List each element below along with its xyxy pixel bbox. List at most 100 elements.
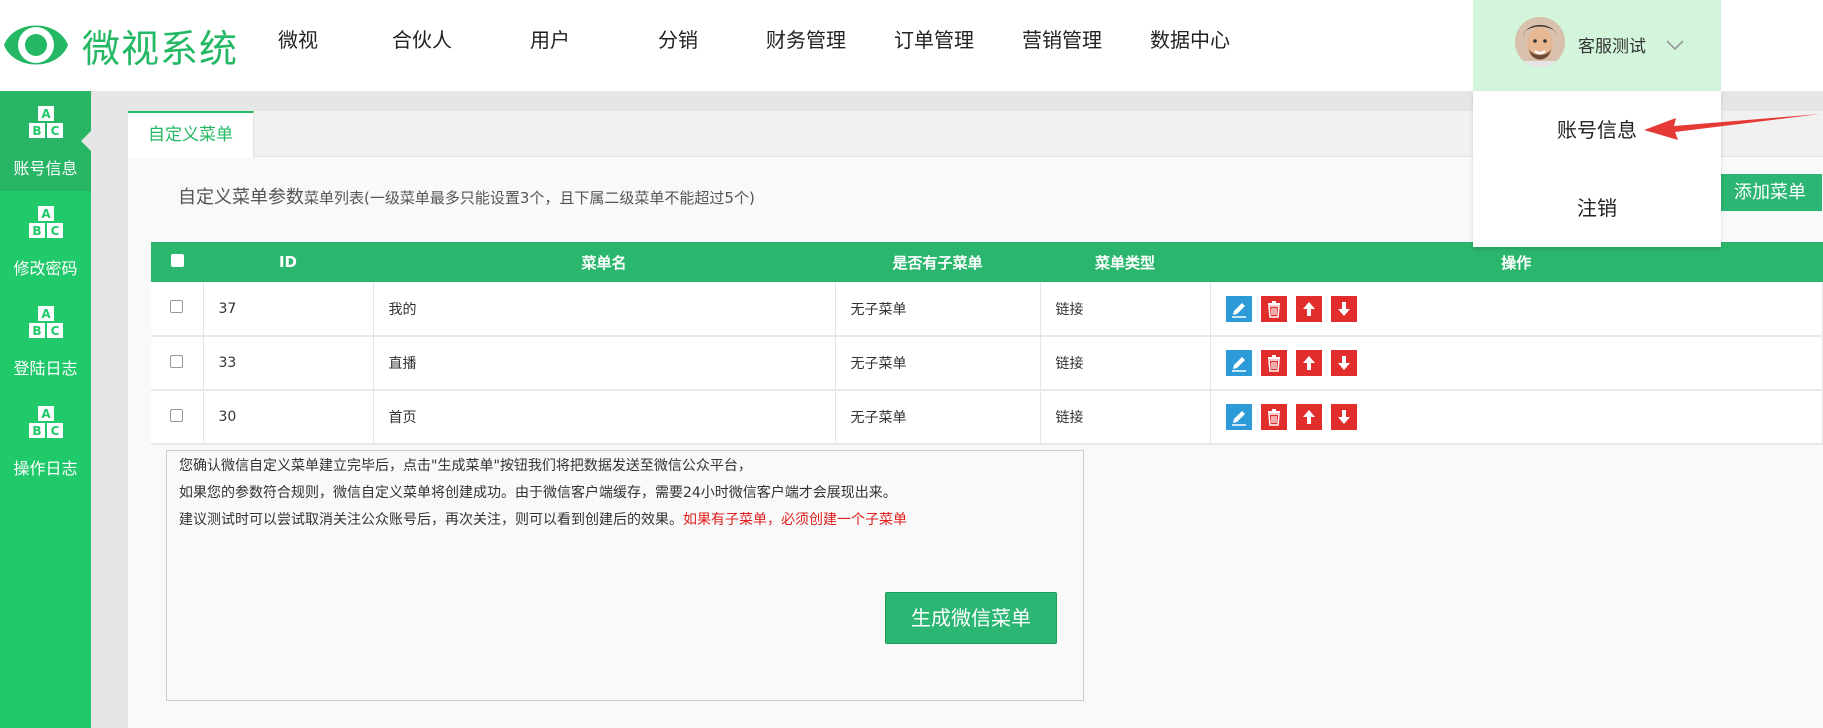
cell-type: 链接 <box>1040 390 1211 445</box>
trash-icon[interactable] <box>1260 350 1287 376</box>
select-all-checkbox[interactable] <box>170 254 184 267</box>
cell-has-sub: 无子菜单 <box>835 282 1041 337</box>
table-row: 33 直播 无子菜单 链接 <box>151 336 1823 391</box>
chevron-down-icon <box>1666 36 1684 55</box>
section-subtitle: 菜单列表(一级菜单最多只能设置3个，且下属二级菜单不能超过5个) <box>304 189 755 207</box>
sidebar-item-operation-log[interactable]: A B C 操作日志 <box>0 391 91 491</box>
user-menu-toggle[interactable]: 客服测试 <box>1473 0 1721 91</box>
arrow-down-icon[interactable] <box>1330 295 1357 322</box>
cell-name: 直播 <box>373 336 836 391</box>
arrow-up-icon[interactable] <box>1295 404 1322 430</box>
cell-name: 首页 <box>373 390 836 445</box>
notice-line: 如果您的参数符合规则，微信自定义菜单将创建成功。由于微信客户端缓存，需要24小时… <box>179 485 897 501</box>
select-all-cell <box>151 242 203 282</box>
arrow-up-icon[interactable] <box>1295 350 1322 376</box>
cell-id: 37 <box>203 282 374 337</box>
sidebar-item-login-log[interactable]: A B C 登陆日志 <box>0 291 91 391</box>
edit-icon[interactable] <box>1225 350 1252 376</box>
cell-type: 链接 <box>1040 336 1211 391</box>
svg-text:B: B <box>32 124 41 138</box>
svg-text:B: B <box>32 424 41 438</box>
column-header-has-sub[interactable]: 是否有子菜单 <box>835 242 1040 282</box>
logo-text: 微视系统 <box>82 26 239 71</box>
trash-icon[interactable] <box>1260 295 1287 322</box>
sidebar-item-label: 登陆日志 <box>13 359 78 378</box>
active-pointer <box>81 131 91 151</box>
main-nav: 微视 合伙人 用户 分销 财务管理 订单管理 营销管理 数据中心 <box>240 0 1254 80</box>
dropdown-item-logout[interactable]: 注销 <box>1473 169 1721 247</box>
cell-actions <box>1210 390 1823 445</box>
svg-text:C: C <box>50 424 59 438</box>
top-header: 微视系统 微视 合伙人 用户 分销 财务管理 订单管理 营销管理 数据中心 客服… <box>0 0 1823 91</box>
sidebar-item-change-password[interactable]: A B C 修改密码 <box>0 191 91 291</box>
abc-blocks-icon: A B C <box>0 191 91 257</box>
arrow-down-icon[interactable] <box>1330 404 1357 430</box>
edit-icon[interactable] <box>1225 295 1252 322</box>
svg-text:A: A <box>41 407 51 421</box>
svg-text:C: C <box>50 224 59 238</box>
red-arrow-annotation-icon <box>1644 114 1820 140</box>
section-title-text: 自定义菜单参数 <box>178 187 304 208</box>
sidebar-item-account-info[interactable]: A B C 账号信息 <box>0 91 91 191</box>
sidebar: A B C 账号信息 A B C 修改密码 A B C 登陆日志 A B C 操… <box>0 91 91 728</box>
row-select-cell <box>151 390 204 445</box>
column-header-type[interactable]: 菜单类型 <box>1040 242 1210 282</box>
cell-has-sub: 无子菜单 <box>835 390 1041 445</box>
nav-item-users[interactable]: 用户 <box>486 0 614 80</box>
row-checkbox[interactable] <box>170 408 184 422</box>
nav-item-marketing[interactable]: 营销管理 <box>998 0 1126 80</box>
cell-type: 链接 <box>1040 282 1211 337</box>
sidebar-item-label: 修改密码 <box>13 259 78 278</box>
abc-blocks-icon: A B C <box>0 291 91 357</box>
section-title: 自定义菜单参数菜单列表(一级菜单最多只能设置3个，且下属二级菜单不能超过5个) <box>178 183 755 209</box>
svg-text:A: A <box>41 307 51 321</box>
tab-custom-menu[interactable]: 自定义菜单 <box>128 111 254 158</box>
user-name: 客服测试 <box>1578 37 1646 57</box>
edit-icon[interactable] <box>1225 404 1252 430</box>
abc-blocks-icon: A B C <box>0 91 91 157</box>
row-checkbox[interactable] <box>170 300 184 313</box>
eye-logo-icon <box>0 13 72 77</box>
svg-text:A: A <box>41 207 51 221</box>
nav-item-data-center[interactable]: 数据中心 <box>1126 0 1254 80</box>
nav-item-finance[interactable]: 财务管理 <box>742 0 870 80</box>
logo[interactable]: 微视系统 <box>0 10 238 80</box>
row-checkbox[interactable] <box>170 354 184 368</box>
row-select-cell <box>151 282 204 337</box>
arrow-up-icon[interactable] <box>1295 295 1322 322</box>
instructions-panel: 您确认微信自定义菜单建立完毕后，点击"生成菜单"按钮我们将把数据发送至微信公众平… <box>166 450 1084 701</box>
cell-has-sub: 无子菜单 <box>835 336 1041 391</box>
column-header-id[interactable]: ID <box>203 242 373 282</box>
notice-line: 建议测试时可以尝试取消关注公众账号后，再次关注，则可以看到创建后的效果。如果有子… <box>179 507 1071 534</box>
svg-text:B: B <box>32 324 41 338</box>
column-header-name[interactable]: 菜单名 <box>373 242 835 282</box>
add-menu-button[interactable]: 添加菜单 <box>1718 174 1822 211</box>
sidebar-item-label: 账号信息 <box>13 159 78 178</box>
nav-item-weishi[interactable]: 微视 <box>240 0 358 80</box>
nav-item-orders[interactable]: 订单管理 <box>870 0 998 80</box>
abc-blocks-icon: A B C <box>0 391 91 457</box>
avatar <box>1515 17 1565 67</box>
notice-line-text: 建议测试时可以尝试取消关注公众账号后，再次关注，则可以看到创建后的效果。 <box>179 512 683 528</box>
arrow-down-icon[interactable] <box>1330 350 1357 376</box>
menu-table: ID 菜单名 是否有子菜单 菜单类型 操作 37 我的 无子菜单 链接 33 直… <box>151 242 1823 445</box>
svg-text:C: C <box>50 324 59 338</box>
nav-item-distribution[interactable]: 分销 <box>614 0 742 80</box>
table-header-row: ID 菜单名 是否有子菜单 菜单类型 操作 <box>151 242 1823 282</box>
svg-text:B: B <box>32 224 41 238</box>
cell-id: 33 <box>203 336 374 391</box>
svg-text:C: C <box>50 124 59 138</box>
cell-id: 30 <box>203 390 374 445</box>
trash-icon[interactable] <box>1260 404 1287 430</box>
notice-line: 您确认微信自定义菜单建立完毕后，点击"生成菜单"按钮我们将把数据发送至微信公众平… <box>179 458 752 474</box>
cell-actions <box>1210 282 1823 337</box>
sidebar-item-label: 操作日志 <box>13 459 78 478</box>
table-row: 37 我的 无子菜单 链接 <box>151 282 1823 337</box>
svg-text:A: A <box>41 107 51 121</box>
generate-wechat-menu-button[interactable]: 生成微信菜单 <box>885 592 1057 644</box>
table-row: 30 首页 无子菜单 链接 <box>151 390 1823 445</box>
nav-item-partner[interactable]: 合伙人 <box>358 0 486 80</box>
row-select-cell <box>151 336 204 391</box>
cell-name: 我的 <box>373 282 836 337</box>
notice-warning: 如果有子菜单，必须创建一个子菜单 <box>683 512 907 528</box>
